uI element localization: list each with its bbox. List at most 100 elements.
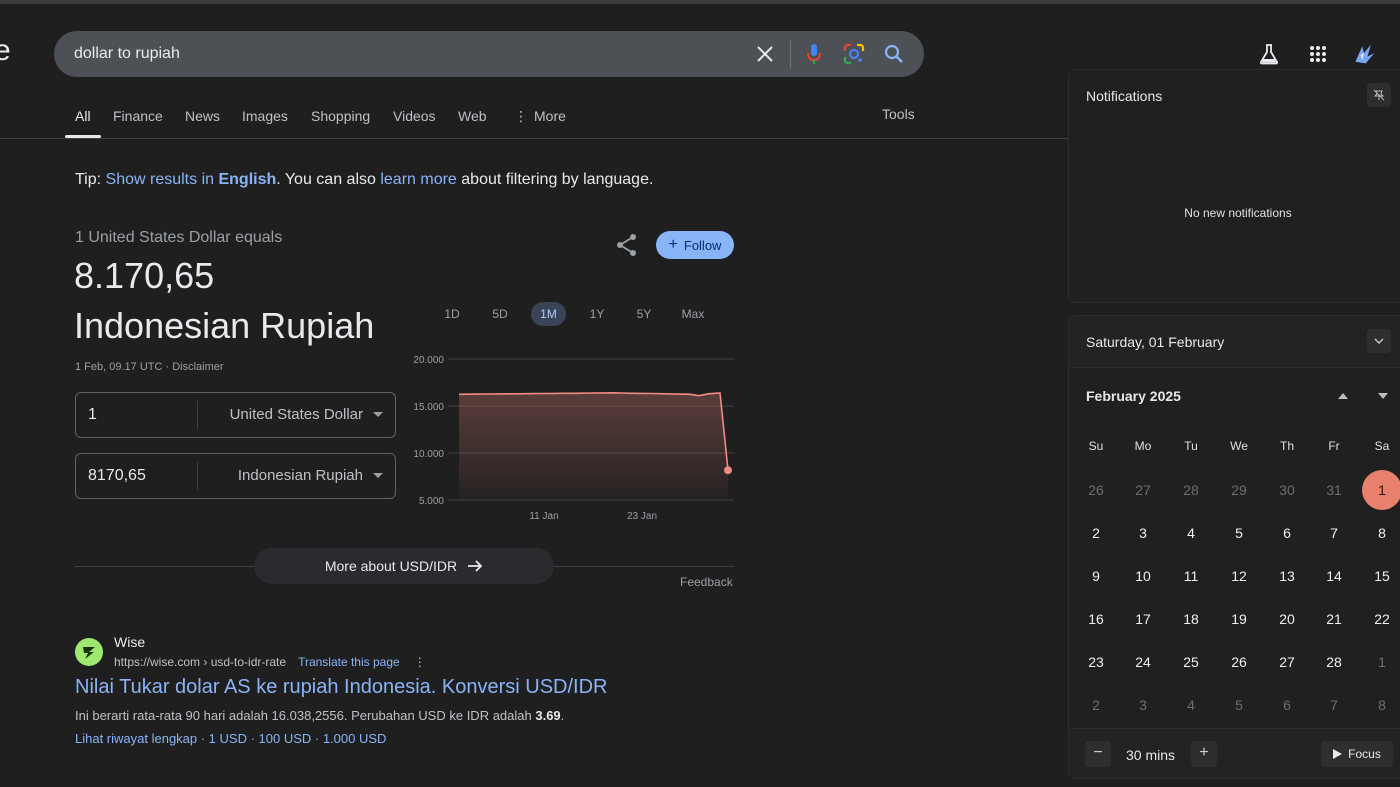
calendar-day[interactable]: 7	[1314, 685, 1354, 725]
calendar-day[interactable]: 8	[1362, 685, 1400, 725]
search-input[interactable]: dollar to rupiah	[74, 31, 734, 77]
chevron-down-icon[interactable]	[373, 412, 383, 417]
tab-videos[interactable]: Videos	[393, 106, 436, 136]
result-sitelinks[interactable]: Lihat riwayat lengkap · 1 USD · 100 USD …	[75, 731, 386, 746]
calendar-day[interactable]: 5	[1219, 513, 1259, 553]
learn-more-link[interactable]: learn more	[380, 171, 456, 188]
calendar-day[interactable]: 27	[1123, 470, 1163, 510]
calendar-day[interactable]: 17	[1123, 599, 1163, 639]
previous-month-icon[interactable]	[1337, 390, 1349, 402]
calendar-month-label[interactable]: February 2025	[1086, 388, 1181, 404]
calendar-day[interactable]: 23	[1076, 642, 1116, 682]
calendar-day[interactable]: 3	[1123, 685, 1163, 725]
calendar-day[interactable]: 28	[1314, 642, 1354, 682]
wise-favicon[interactable]	[75, 638, 103, 666]
range-1d[interactable]: 1D	[437, 302, 467, 326]
account-avatar-icon[interactable]	[1352, 42, 1376, 66]
range-5y[interactable]: 5Y	[629, 302, 659, 326]
tab-web[interactable]: Web	[458, 106, 487, 136]
calendar-day[interactable]: 30	[1267, 470, 1307, 510]
calendar-day[interactable]: 1	[1362, 470, 1400, 510]
from-amount-input[interactable]: 1	[88, 393, 97, 437]
result-title-link[interactable]: Nilai Tukar dolar AS ke rupiah Indonesia…	[75, 676, 607, 699]
range-1m[interactable]: 1M	[531, 302, 566, 326]
microphone-icon[interactable]	[802, 42, 826, 66]
calendar-day[interactable]: 11	[1171, 556, 1211, 596]
tab-more[interactable]: ⋮ More	[514, 106, 566, 136]
calendar-day[interactable]: 13	[1267, 556, 1307, 596]
do-not-disturb-icon[interactable]	[1367, 83, 1391, 107]
calendar-day[interactable]: 14	[1314, 556, 1354, 596]
calendar-day[interactable]: 8	[1362, 513, 1400, 553]
next-month-icon[interactable]	[1377, 390, 1389, 402]
search-bar[interactable]: dollar to rupiah	[54, 31, 924, 77]
calendar-day[interactable]: 18	[1171, 599, 1211, 639]
calendar-collapse-chevron-icon[interactable]	[1367, 329, 1391, 353]
tab-shopping[interactable]: Shopping	[311, 106, 370, 136]
calendar-day[interactable]: 4	[1171, 513, 1211, 553]
range-max[interactable]: Max	[676, 302, 710, 326]
weekday-header: Su	[1088, 439, 1104, 453]
calendar-day[interactable]: 6	[1267, 685, 1307, 725]
follow-button[interactable]: + Follow	[656, 231, 734, 259]
increase-duration-button[interactable]: +	[1191, 741, 1217, 767]
calendar-day[interactable]: 4	[1171, 685, 1211, 725]
google-lens-icon[interactable]	[842, 42, 866, 66]
calendar-day[interactable]: 3	[1123, 513, 1163, 553]
calendar-day[interactable]: 26	[1219, 642, 1259, 682]
tab-images[interactable]: Images	[242, 106, 288, 136]
calendar-day[interactable]: 1	[1362, 642, 1400, 682]
calendar-day[interactable]: 31	[1314, 470, 1354, 510]
calendar-day[interactable]: 10	[1123, 556, 1163, 596]
chevron-down-icon[interactable]	[373, 473, 383, 478]
translate-page-link[interactable]: Translate this page	[298, 655, 400, 669]
calendar-day[interactable]: 5	[1219, 685, 1259, 725]
decrease-duration-button[interactable]: −	[1085, 741, 1111, 767]
tab-finance[interactable]: Finance	[113, 106, 163, 136]
apps-grid-icon[interactable]	[1306, 42, 1330, 66]
google-logo-fragment[interactable]: e	[0, 34, 11, 68]
calendar-day[interactable]: 16	[1076, 599, 1116, 639]
calendar-day[interactable]: 27	[1267, 642, 1307, 682]
calendar-day[interactable]: 21	[1314, 599, 1354, 639]
share-icon[interactable]	[614, 232, 640, 258]
calendar-day[interactable]: 6	[1267, 513, 1307, 553]
calendar-day[interactable]: 25	[1171, 642, 1211, 682]
tab-all[interactable]: All	[75, 106, 91, 136]
rate-timestamp-disclaimer[interactable]: 1 Feb, 09.17 UTC · Disclaimer	[75, 361, 224, 373]
show-results-english-link[interactable]: Show results in English	[106, 171, 277, 188]
to-currency-select[interactable]: Indonesian Rupiah	[238, 454, 363, 498]
calendar-day[interactable]: 9	[1076, 556, 1116, 596]
result-url[interactable]: https://wise.com › usd-to-idr-rate	[114, 655, 286, 669]
play-icon	[1333, 749, 1343, 759]
to-amount-input[interactable]: 8170,65	[88, 454, 146, 498]
calendar-day[interactable]: 19	[1219, 599, 1259, 639]
result-site-name[interactable]: Wise	[114, 634, 145, 650]
calendar-day[interactable]: 12	[1219, 556, 1259, 596]
exchange-rate-chart[interactable]: 20.000 15.000 10.000 5.000 11 Jan 23 Jan	[400, 345, 740, 525]
from-currency-select[interactable]: United States Dollar	[230, 393, 363, 437]
calendar-day[interactable]: 29	[1219, 470, 1259, 510]
range-1y[interactable]: 1Y	[582, 302, 612, 326]
calendar-day[interactable]: 24	[1123, 642, 1163, 682]
range-5d[interactable]: 5D	[485, 302, 515, 326]
calendar-day[interactable]: 20	[1267, 599, 1307, 639]
start-focus-button[interactable]: Focus	[1321, 741, 1393, 767]
labs-flask-icon[interactable]	[1257, 42, 1281, 66]
calendar-day[interactable]: 15	[1362, 556, 1400, 596]
calendar-day[interactable]: 2	[1076, 513, 1116, 553]
result-more-options-icon[interactable]: ⋮	[414, 655, 426, 669]
calendar-day[interactable]: 28	[1171, 470, 1211, 510]
language-tip: Tip: Show results in English. You can al…	[75, 171, 653, 189]
calendar-day[interactable]: 2	[1076, 685, 1116, 725]
calendar-day[interactable]: 22	[1362, 599, 1400, 639]
feedback-link[interactable]: Feedback	[680, 575, 733, 589]
tools-button[interactable]: Tools	[882, 106, 915, 122]
clear-search-icon[interactable]	[753, 42, 777, 66]
more-about-usd-idr-button[interactable]: More about USD/IDR	[254, 548, 554, 584]
calendar-day[interactable]: 7	[1314, 513, 1354, 553]
calendar-day[interactable]: 26	[1076, 470, 1116, 510]
tab-news[interactable]: News	[185, 106, 220, 136]
tip-language: English	[218, 171, 277, 188]
search-icon[interactable]	[882, 42, 906, 66]
